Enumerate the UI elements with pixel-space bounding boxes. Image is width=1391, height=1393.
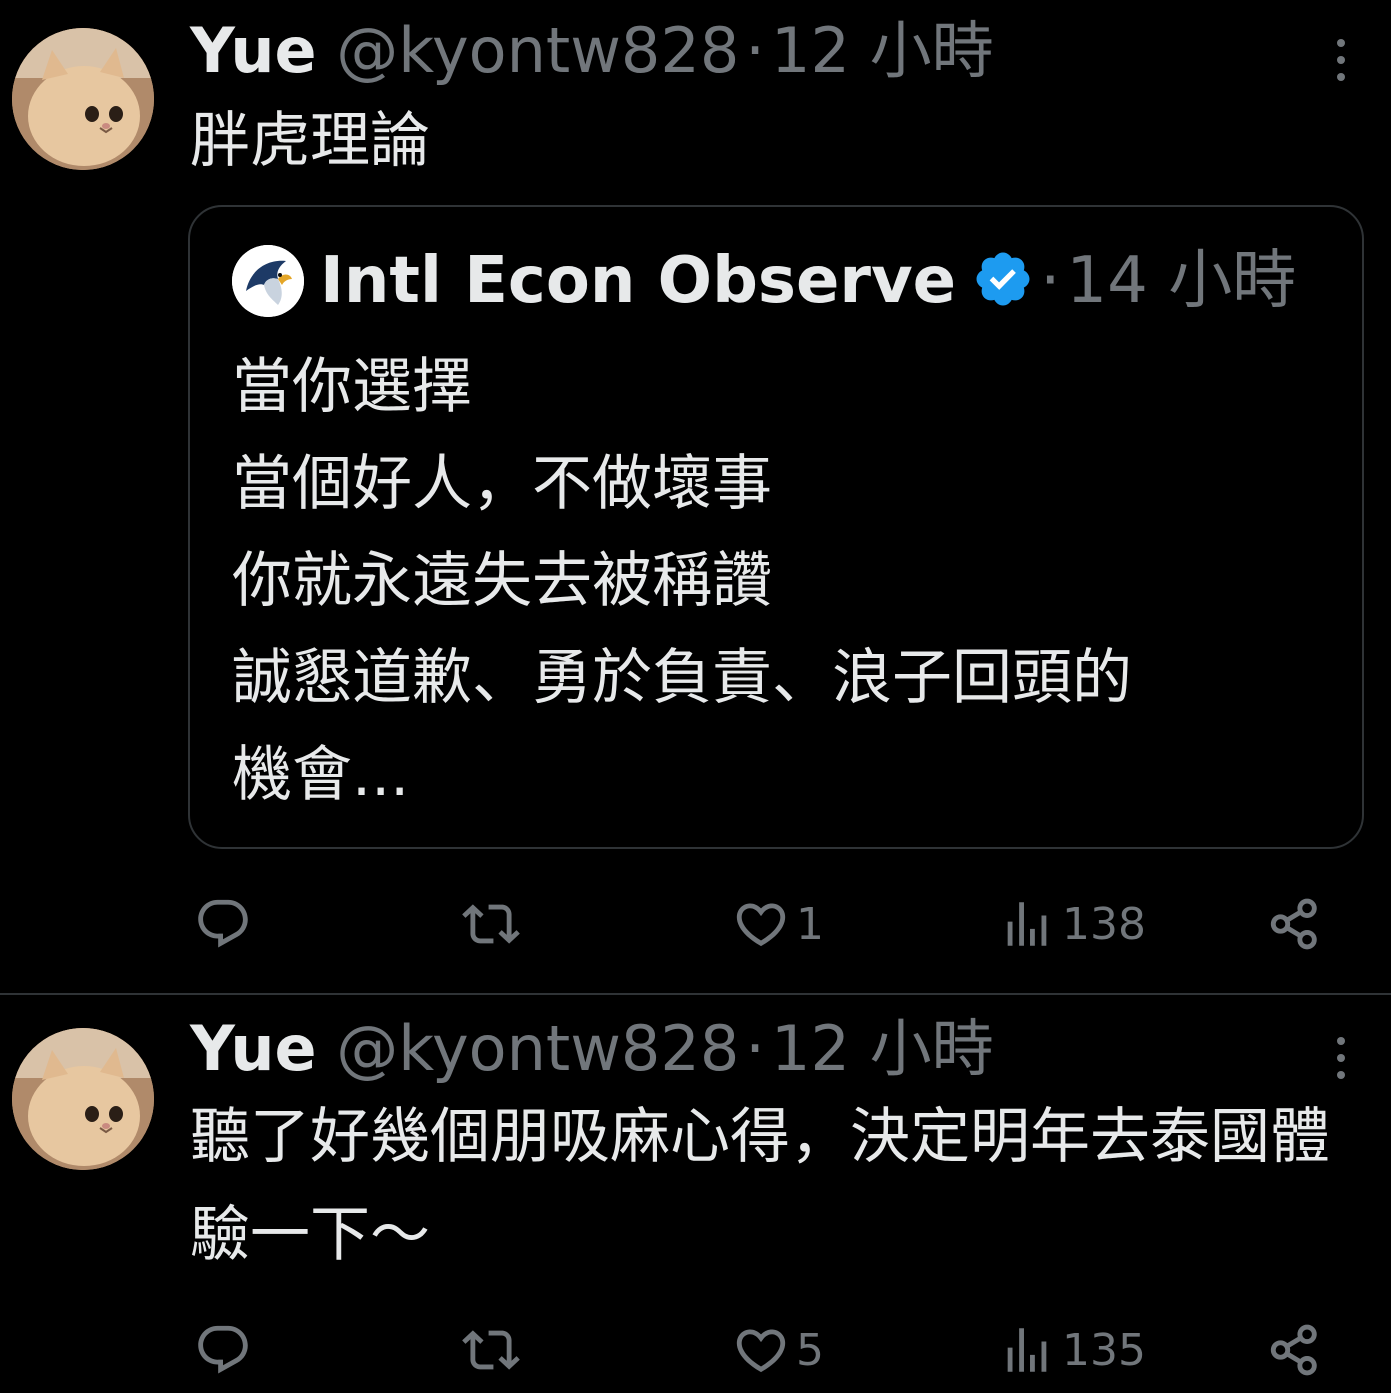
views-button[interactable]: 135 (998, 1310, 1146, 1390)
like-button[interactable]: 1 (732, 884, 824, 964)
quoted-text: 當你選擇 當個好人，不做壞事 你就永遠失去被稱讚 誠懇道歉、勇於負責、浪子回頭的… (232, 339, 1332, 824)
views-icon (1007, 1328, 1047, 1372)
separator-dot: · (745, 1012, 765, 1085)
tweet-divider (0, 993, 1391, 995)
views-button[interactable]: 138 (998, 884, 1146, 964)
heart-icon (736, 1329, 786, 1373)
retweet-icon (462, 904, 520, 944)
cat-avatar-image (12, 1028, 154, 1170)
share-icon (1270, 1324, 1317, 1376)
quoted-text-line: 當你選擇 (232, 352, 472, 422)
tweet-actions: 1 138 (0, 884, 1391, 964)
like-count: 5 (796, 1324, 824, 1376)
share-button[interactable] (1266, 884, 1324, 964)
tweet-timestamp[interactable]: 12 小時 (771, 14, 994, 87)
views-count: 135 (1062, 1324, 1146, 1376)
quoted-display-name[interactable]: Intl Econ Observe (320, 244, 956, 318)
retweet-button[interactable] (462, 1310, 526, 1390)
share-button[interactable] (1266, 1310, 1324, 1390)
reply-icon (198, 1325, 248, 1374)
tweet-actions: 5 135 (0, 1310, 1391, 1390)
retweet-button[interactable] (462, 884, 526, 964)
reply-button[interactable] (194, 1310, 258, 1390)
quoted-avatar[interactable] (232, 245, 304, 317)
user-handle[interactable]: @kyontw828 (336, 1012, 739, 1085)
quoted-timestamp[interactable]: 14 小時 (1066, 244, 1296, 318)
quoted-text-line: 誠懇道歉、勇於負責、浪子回頭的 (232, 643, 1132, 713)
user-handle[interactable]: @kyontw828 (336, 14, 739, 87)
retweet-icon (462, 1330, 520, 1370)
eagle-logo-icon (232, 245, 304, 317)
tweet-text: 聽了好幾個朋吸麻心得，決定明年去泰國體驗一下～ (190, 1102, 1330, 1270)
display-name[interactable]: Yue (190, 14, 317, 87)
avatar[interactable] (12, 28, 154, 170)
views-icon (1007, 902, 1047, 946)
views-count: 138 (1062, 898, 1146, 950)
verified-badge-icon (976, 252, 1030, 306)
like-button[interactable]: 5 (732, 1310, 824, 1390)
tweet[interactable]: Yue @kyontw828·12 小時 聽了好幾個朋吸麻心得，決定明年去泰國體… (0, 996, 1391, 1393)
tweet-header: Yue @kyontw828·12 小時 (190, 1014, 994, 1084)
cat-avatar-image (12, 28, 154, 170)
share-icon (1270, 898, 1317, 950)
tweet[interactable]: Yue @kyontw828·12 小時 胖虎理論 Intl Econ Obse… (0, 0, 1391, 994)
separator-dot: · (1040, 244, 1061, 318)
separator-dot: · (745, 14, 765, 87)
reply-button[interactable] (194, 884, 258, 964)
quoted-text-line: 機會... (232, 740, 410, 810)
quoted-tweet[interactable]: Intl Econ Observe ·14 小時 當你選擇 當個好人，不做壞事 你… (188, 205, 1364, 849)
more-options-icon[interactable] (1329, 30, 1353, 90)
tweet-text: 胖虎理論 (190, 106, 430, 176)
more-options-icon[interactable] (1329, 1028, 1353, 1088)
quoted-header: Intl Econ Observe ·14 小時 (320, 241, 1296, 321)
tweet-timestamp[interactable]: 12 小時 (771, 1012, 994, 1085)
reply-icon (198, 899, 248, 948)
quoted-text-line: 你就永遠失去被稱讚 (232, 546, 772, 616)
heart-icon (736, 903, 786, 947)
like-count: 1 (796, 898, 824, 950)
avatar[interactable] (12, 1028, 154, 1170)
tweet-header: Yue @kyontw828·12 小時 (190, 16, 994, 86)
quoted-text-line: 當個好人，不做壞事 (232, 449, 772, 519)
display-name[interactable]: Yue (190, 1012, 317, 1085)
